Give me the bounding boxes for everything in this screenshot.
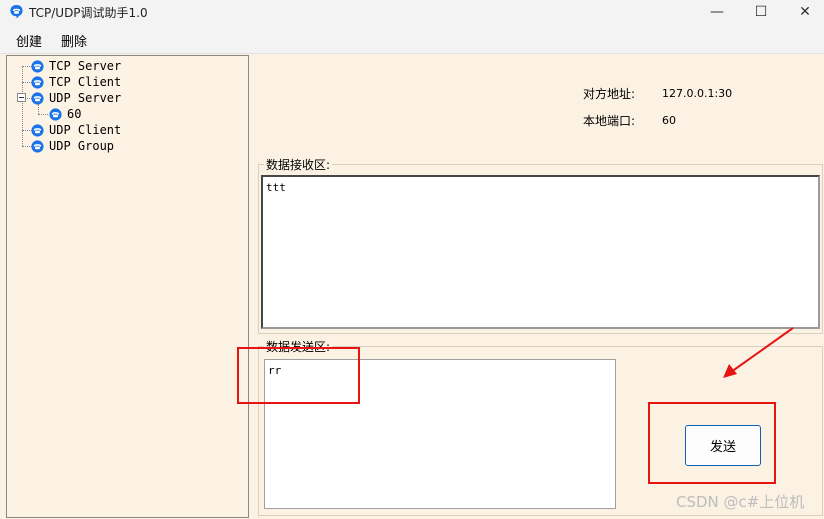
close-icon: ✕ — [799, 4, 811, 20]
menu-delete[interactable]: 删除 — [61, 31, 87, 50]
maximize-button[interactable]: ☐ — [738, 0, 784, 24]
phone-icon — [31, 75, 44, 89]
tree-line-root — [22, 66, 23, 146]
maximize-icon: ☐ — [754, 4, 768, 20]
close-button[interactable]: ✕ — [782, 0, 824, 24]
tree-item-label: UDP Client — [49, 123, 122, 137]
receive-title: 数据接收区: — [264, 156, 333, 173]
tree-item-tcp-client[interactable]: TCP Client — [31, 74, 121, 90]
receive-textarea[interactable]: ttt — [261, 175, 820, 329]
tree-item-label: 60 — [67, 107, 82, 121]
tree-item-udp-client[interactable]: UDP Client — [31, 122, 121, 138]
local-port-label: 本地端口: — [583, 114, 636, 128]
collapse-toggle[interactable] — [17, 93, 26, 102]
remote-address-value: 127.0.0.1:30 — [662, 87, 733, 100]
menu-bar: 创建 删除 — [0, 24, 824, 54]
remote-address-label: 对方地址: — [583, 87, 636, 101]
tree-item-label: TCP Client — [49, 75, 122, 89]
tree-item-udp-server[interactable]: UDP Server — [31, 90, 121, 106]
phone-icon — [49, 107, 62, 121]
phone-icon — [31, 123, 44, 137]
tree-item-label: UDP Group — [49, 139, 115, 153]
annotation-arrow-icon — [723, 327, 794, 378]
phone-icon — [31, 139, 44, 153]
tree-line — [38, 114, 48, 115]
tree-item-label: TCP Server — [49, 59, 122, 73]
connection-tree[interactable]: TCP Server TCP Client UDP Server 60 UDP … — [6, 55, 249, 518]
tree-item-udp-group[interactable]: UDP Group — [31, 138, 114, 154]
title-bar: TCP/UDP调试助手1.0 — ☐ ✕ — [0, 0, 824, 24]
menu-create[interactable]: 创建 — [16, 31, 42, 50]
minimize-icon: — — [710, 4, 724, 20]
minimize-button[interactable]: — — [694, 0, 740, 24]
phone-app-icon — [10, 4, 23, 19]
tree-item-udp-server-60[interactable]: 60 — [49, 106, 81, 122]
annotation-highlight-send-text — [237, 347, 360, 404]
local-port-value: 60 — [662, 114, 676, 127]
phone-icon — [31, 59, 44, 73]
watermark: CSDN @c#上位机 — [676, 493, 805, 511]
tree-item-tcp-server[interactable]: TCP Server — [31, 58, 121, 74]
app-window: TCP/UDP调试助手1.0 — ☐ ✕ 创建 删除 TCP Server TC… — [0, 0, 824, 519]
tree-item-label: UDP Server — [49, 91, 122, 105]
window-title: TCP/UDP调试助手1.0 — [29, 6, 148, 20]
phone-icon — [31, 91, 44, 105]
annotation-highlight-send-button — [648, 402, 776, 484]
